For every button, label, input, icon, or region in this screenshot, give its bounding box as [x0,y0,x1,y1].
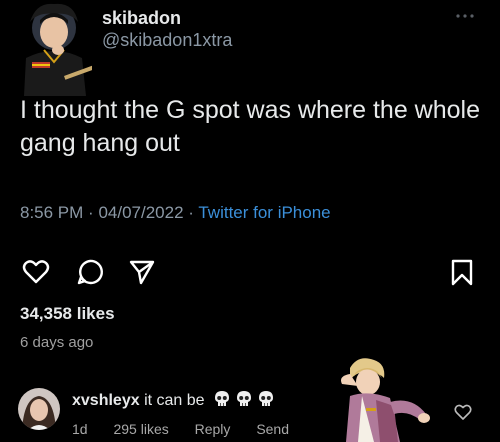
reply-button[interactable]: Reply [195,421,231,437]
send-icon[interactable] [128,258,156,286]
profile-avatar[interactable] [16,0,103,96]
skull-icon [215,391,229,406]
comment-heart-icon[interactable] [454,403,472,421]
commenter-avatar[interactable] [18,388,60,430]
tweet-date: 04/07/2022 [98,203,184,222]
heart-icon[interactable] [22,258,50,286]
skull-emoji-row [213,390,279,413]
meta-separator: · [188,203,199,222]
comment-icon[interactable] [76,258,104,286]
likes-count[interactable]: 34,358 likes [20,304,115,324]
tweet-meta: 8:56 PM · 04/07/2022 · Twitter for iPhon… [20,203,331,223]
tweet-screenshot: skibadon @skibadon1xtra I thought the G … [0,0,500,442]
skull-icon [259,391,273,406]
display-name[interactable]: skibadon [102,8,181,29]
bookmark-icon[interactable] [448,258,476,286]
more-icon[interactable] [455,12,475,20]
character-sticker [341,358,430,442]
comment-age: 1d [72,421,88,437]
meta-separator: · [88,203,99,222]
user-handle[interactable]: @skibadon1xtra [102,30,232,51]
comment-text-line: xvshleyx it can be [72,390,279,413]
post-age: 6 days ago [20,334,94,351]
skull-icon [237,391,251,406]
tweet-text: I thought the G spot was where the whole… [20,96,480,157]
comment-username[interactable]: xvshleyx [72,392,140,409]
comment-likes[interactable]: 295 likes [113,421,168,437]
comment-meta: 1d 295 likes Reply Send [72,421,311,437]
comment-body: it can be [144,392,205,409]
tweet-source[interactable]: Twitter for iPhone [198,203,330,222]
tweet-time: 8:56 PM [20,203,84,222]
send-button[interactable]: Send [256,421,289,437]
